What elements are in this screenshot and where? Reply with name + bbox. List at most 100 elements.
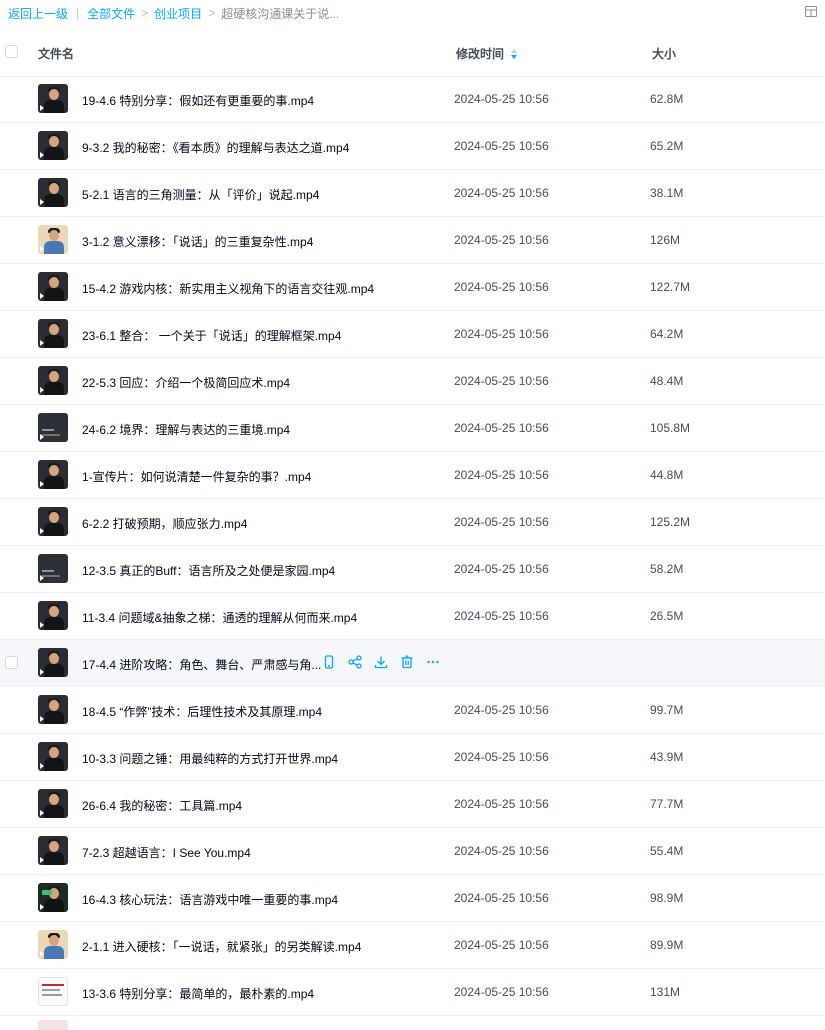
chevron-right-icon: > [141, 6, 149, 20]
file-size: 55.4M [650, 844, 684, 858]
file-size: 38.1M [650, 186, 684, 200]
share-icon[interactable] [348, 655, 362, 669]
video-thumbnail[interactable] [38, 789, 68, 818]
download-icon[interactable] [374, 655, 388, 669]
table-row[interactable]: 17-4.4 进阶攻略：角色、舞台、严肃感与角... [0, 640, 825, 687]
file-name[interactable]: 1-宣传片：如何说清楚一件复杂的事？.mp4 [82, 468, 311, 485]
file-size: 105.8M [650, 421, 691, 435]
file-name[interactable]: 9-3.2 我的秘密：《看本质》的理解与表达之道.mp4 [82, 139, 349, 156]
table-row[interactable]: 3-1.2 意义漂移：「说话」的三重复杂性.mp4 2024-05-25 10:5… [0, 217, 825, 264]
file-name[interactable]: 5-2.1 语言的三角测量：从「评价」说起.mp4 [82, 186, 319, 203]
file-name[interactable]: 6-2.2 打破预期，顺应张力.mp4 [82, 515, 247, 532]
table-row[interactable] [0, 1016, 825, 1030]
file-name[interactable]: 13-3.6 特别分享：最简单的，最朴素的.mp4 [82, 985, 314, 1002]
trash-icon[interactable] [400, 655, 414, 669]
file-name[interactable]: 16-4.3 核心玩法：语言游戏中唯一重要的事.mp4 [82, 891, 338, 908]
file-name[interactable]: 12-3.5 真正的Buff：语言所及之处便是家园.mp4 [82, 562, 335, 579]
table-row[interactable]: 22-5.3 回应：介绍一个极简回应术.mp4 2024-05-25 10:56 4… [0, 358, 825, 405]
breadcrumb-startup-projects[interactable]: 创业项目 [154, 5, 202, 22]
header-size[interactable]: 大小 [652, 45, 676, 62]
video-thumbnail[interactable] [38, 977, 68, 1006]
file-name[interactable]: 24-6.2 境界：理解与表达的三重境.mp4 [82, 421, 290, 438]
header-modified-time-label: 修改时间 [456, 47, 505, 61]
sort-icon[interactable] [510, 48, 518, 60]
file-name[interactable]: 3-1.2 意义漂移：「说话」的三重复杂性.mp4 [82, 233, 313, 250]
file-name[interactable]: 15-4.2 游戏内核：新实用主义视角下的语言交往观.mp4 [82, 280, 374, 297]
file-size: 58.2M [650, 562, 684, 576]
file-size: 77.7M [650, 797, 684, 811]
video-thumbnail[interactable] [38, 178, 68, 207]
select-all-checkbox[interactable] [5, 45, 18, 58]
chevron-right-icon: > [208, 6, 216, 20]
table-row[interactable]: 26-6.4 我的秘密：工具篇.mp4 2024-05-25 10:56 77.7M [0, 781, 825, 828]
back-link[interactable]: 返回上一级 [8, 5, 68, 22]
table-row[interactable]: 19-4.6 特别分享：假如还有更重要的事.mp4 2024-05-25 10:5… [0, 76, 825, 123]
file-list: 19-4.6 特别分享：假如还有更重要的事.mp4 2024-05-25 10:5… [0, 76, 825, 1030]
file-modified-time: 2024-05-25 10:56 [454, 609, 549, 623]
table-row[interactable]: 2-1.1 进入硬核：「一说话，就紧张」的另类解读.mp4 2024-05-25 … [0, 922, 825, 969]
table-row[interactable]: 5-2.1 语言的三角测量：从「评价」说起.mp4 2024-05-25 10:5… [0, 170, 825, 217]
file-name[interactable]: 7-2.3 超越语言：I See You.mp4 [82, 844, 251, 861]
table-row[interactable]: 7-2.3 超越语言：I See You.mp4 2024-05-25 10:56… [0, 828, 825, 875]
file-name[interactable]: 17-4.4 进阶攻略：角色、舞台、严肃感与角... [82, 656, 321, 673]
video-thumbnail[interactable] [38, 225, 68, 254]
file-size: 64.2M [650, 327, 684, 341]
file-size: 43.9M [650, 750, 684, 764]
file-size: 62.8M [650, 92, 684, 106]
file-name[interactable]: 19-4.6 特别分享：假如还有更重要的事.mp4 [82, 92, 314, 109]
video-thumbnail[interactable] [38, 554, 68, 583]
file-name[interactable]: 18-4.5 “作弊”技术：后理性技术及其原理.mp4 [82, 703, 322, 720]
video-thumbnail[interactable] [38, 742, 68, 771]
file-modified-time: 2024-05-25 10:56 [454, 515, 549, 529]
video-thumbnail[interactable] [38, 131, 68, 160]
video-thumbnail[interactable] [38, 648, 68, 677]
breadcrumb-separator: | [76, 6, 80, 20]
header-filename[interactable]: 文件名 [38, 45, 74, 62]
video-thumbnail[interactable] [38, 272, 68, 301]
table-row[interactable]: 15-4.2 游戏内核：新实用主义视角下的语言交往观.mp4 2024-05-25… [0, 264, 825, 311]
video-thumbnail[interactable] [38, 930, 68, 959]
video-thumbnail[interactable] [38, 601, 68, 630]
table-row[interactable]: 18-4.5 “作弊”技术：后理性技术及其原理.mp4 2024-05-25 10… [0, 687, 825, 734]
table-row[interactable]: 23-6.1 整合： 一个关于「说话」的理解框架.mp4 2024-05-25 1… [0, 311, 825, 358]
video-thumbnail[interactable] [38, 366, 68, 395]
file-size: 98.9M [650, 891, 684, 905]
file-modified-time: 2024-05-25 10:56 [454, 468, 549, 482]
phone-icon[interactable] [322, 655, 336, 669]
file-size: 122.7M [650, 280, 691, 294]
video-thumbnail[interactable] [38, 460, 68, 489]
file-modified-time: 2024-05-25 10:56 [454, 139, 549, 153]
file-modified-time: 2024-05-25 10:56 [454, 938, 549, 952]
file-size: 89.9M [650, 938, 684, 952]
table-row[interactable]: 16-4.3 核心玩法：语言游戏中唯一重要的事.mp4 2024-05-25 10… [0, 875, 825, 922]
video-thumbnail[interactable] [38, 507, 68, 536]
table-row[interactable]: 6-2.2 打破预期，顺应张力.mp4 2024-05-25 10:56 125.2… [0, 499, 825, 546]
more-icon[interactable] [426, 655, 440, 669]
table-row[interactable]: 10-3.3 问题之锤：用最纯粹的方式打开世界.mp4 2024-05-25 10… [0, 734, 825, 781]
video-thumbnail[interactable] [38, 413, 68, 442]
file-modified-time: 2024-05-25 10:56 [454, 374, 549, 388]
breadcrumb-all-files[interactable]: 全部文件 [87, 5, 135, 22]
file-name[interactable]: 23-6.1 整合： 一个关于「说话」的理解框架.mp4 [82, 327, 341, 344]
table-row[interactable]: 24-6.2 境界：理解与表达的三重境.mp4 2024-05-25 10:56 1… [0, 405, 825, 452]
file-name[interactable]: 26-6.4 我的秘密：工具篇.mp4 [82, 797, 242, 814]
file-name[interactable]: 10-3.3 问题之锤：用最纯粹的方式打开世界.mp4 [82, 750, 338, 767]
file-name[interactable]: 22-5.3 回应：介绍一个极简回应术.mp4 [82, 374, 290, 391]
table-row[interactable]: 11-3.4 问题域&抽象之梯：通透的理解从何而来.mp4 2024-05-25 … [0, 593, 825, 640]
video-thumbnail[interactable] [38, 883, 68, 912]
row-checkbox[interactable] [5, 656, 18, 669]
video-thumbnail[interactable] [38, 836, 68, 865]
video-thumbnail[interactable] [38, 319, 68, 348]
file-name[interactable]: 11-3.4 问题域&抽象之梯：通透的理解从何而来.mp4 [82, 609, 357, 626]
file-name[interactable]: 2-1.1 进入硬核：「一说话，就紧张」的另类解读.mp4 [82, 938, 361, 955]
grid-view-icon[interactable] [805, 6, 817, 17]
file-modified-time: 2024-05-25 10:56 [454, 421, 549, 435]
video-thumbnail[interactable] [38, 1020, 68, 1030]
video-thumbnail[interactable] [38, 695, 68, 724]
table-row[interactable]: 12-3.5 真正的Buff：语言所及之处便是家园.mp4 2024-05-25 … [0, 546, 825, 593]
header-modified-time[interactable]: 修改时间 [456, 45, 518, 62]
table-row[interactable]: 9-3.2 我的秘密：《看本质》的理解与表达之道.mp4 2024-05-25 1… [0, 123, 825, 170]
table-row[interactable]: 13-3.6 特别分享：最简单的，最朴素的.mp4 2024-05-25 10:5… [0, 969, 825, 1016]
table-row[interactable]: 1-宣传片：如何说清楚一件复杂的事？.mp4 2024-05-25 10:56 44… [0, 452, 825, 499]
video-thumbnail[interactable] [38, 84, 68, 113]
